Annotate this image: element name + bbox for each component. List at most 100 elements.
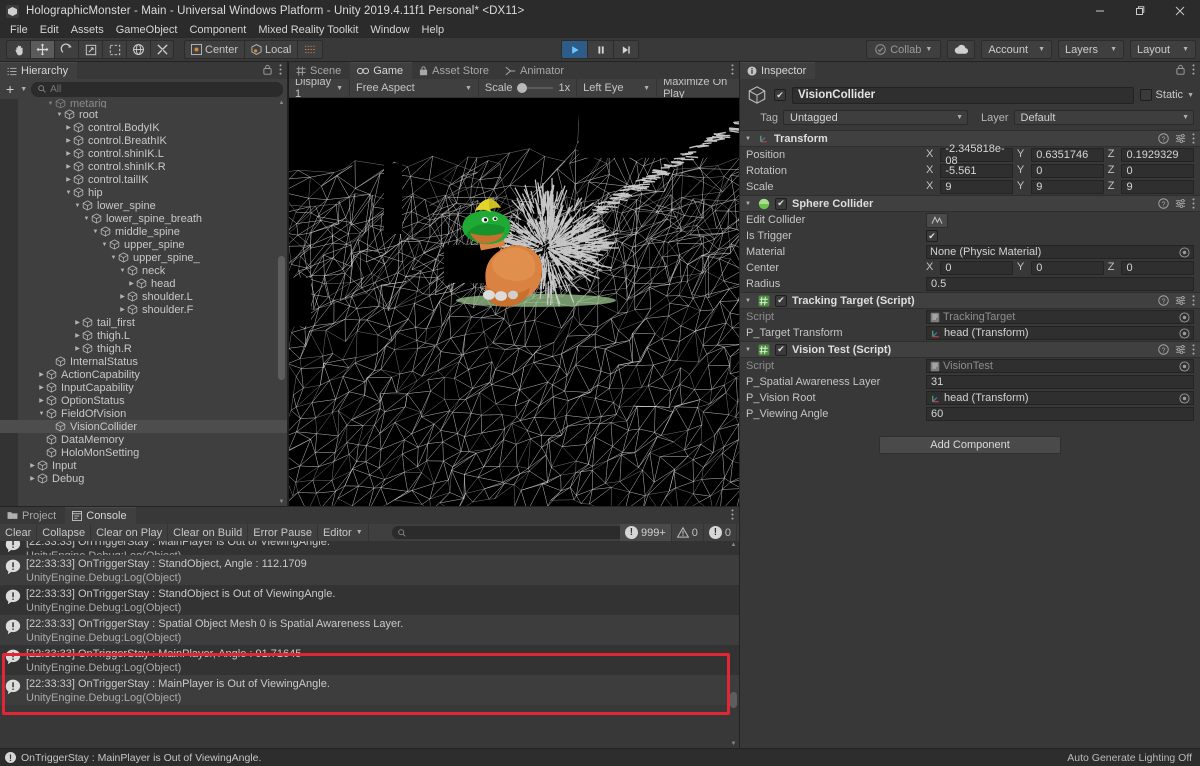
move-tool-button[interactable] xyxy=(30,40,54,59)
component-header[interactable]: ▼ ✔ Tracking Target (Script)? xyxy=(740,292,1200,309)
hierarchy-menu-icon[interactable] xyxy=(279,64,282,75)
hierarchy-expand-toggle[interactable]: ▼ xyxy=(91,229,100,235)
object-field[interactable]: TrackingTarget xyxy=(926,310,1194,324)
pause-button[interactable] xyxy=(587,40,613,59)
property-field-z[interactable]: 0 xyxy=(1121,164,1195,178)
clear-on-play-toggle[interactable]: Clear on Play xyxy=(91,524,169,541)
object-field[interactable]: None (Physic Material) xyxy=(926,245,1194,259)
property-field-y[interactable]: 9 xyxy=(1031,180,1104,194)
game-menu-icon[interactable] xyxy=(731,64,734,75)
object-picker-icon[interactable] xyxy=(1179,360,1190,372)
hierarchy-expand-toggle[interactable]: ▶ xyxy=(73,332,82,339)
hierarchy-item[interactable]: ▼ neck xyxy=(0,264,287,277)
minimize-button[interactable] xyxy=(1080,0,1120,22)
hierarchy-item[interactable]: ▶ ActionCapability xyxy=(0,368,287,381)
console-scroll-down-arrow[interactable]: ▼ xyxy=(730,741,737,747)
lock-icon[interactable] xyxy=(1176,64,1185,75)
chevron-down-icon[interactable]: ▼ xyxy=(20,86,27,93)
hierarchy-expand-toggle[interactable]: ▶ xyxy=(64,163,73,170)
hierarchy-expand-toggle[interactable]: ▶ xyxy=(64,176,73,183)
menu-item-gameobject[interactable]: GameObject xyxy=(110,23,184,37)
console-search-input[interactable] xyxy=(392,526,627,539)
console-log-entry[interactable]: [22:33:33] OnTriggerStay : MainPlayer, A… xyxy=(0,645,739,675)
console-scrollbar[interactable] xyxy=(730,551,737,711)
step-button[interactable] xyxy=(613,40,639,59)
hierarchy-expand-toggle[interactable]: ▼ xyxy=(109,255,118,261)
warning-count-toggle[interactable]: 0 xyxy=(671,524,704,541)
hierarchy-item[interactable]: InternalStatus xyxy=(0,355,287,368)
console-log-entry[interactable]: [22:33:33] OnTriggerStay : MainPlayer is… xyxy=(0,675,739,705)
hierarchy-search-input[interactable]: All xyxy=(31,81,283,97)
property-field-x[interactable]: -2.345818e-08 xyxy=(940,143,1013,167)
collab-button[interactable]: Collab ▼ xyxy=(866,40,942,59)
hierarchy-item[interactable]: ▶ head xyxy=(0,277,287,290)
console-log-entry[interactable]: [22:33:33] OnTriggerStay : StandObject i… xyxy=(0,585,739,615)
scale-slider-group[interactable]: Scale 1x xyxy=(479,78,578,98)
property-field-x[interactable]: 9 xyxy=(940,180,1013,194)
console-scroll-up-arrow[interactable]: ▲ xyxy=(730,542,737,548)
console-log-entry[interactable]: [22:33:33] OnTriggerStay : StandObject, … xyxy=(0,555,739,585)
property-checkbox[interactable]: ✔ xyxy=(926,230,938,242)
object-picker-icon[interactable] xyxy=(1179,246,1190,258)
property-field-x[interactable]: -5.561 xyxy=(940,164,1013,178)
hierarchy-item[interactable]: ▶ control.tailIK xyxy=(0,173,287,186)
menu-item-help[interactable]: Help xyxy=(416,23,451,37)
hierarchy-item[interactable]: ▶ control.shinIK.R xyxy=(0,160,287,173)
component-menu-icon[interactable] xyxy=(1192,198,1195,209)
game-viewport[interactable] xyxy=(289,98,739,506)
hierarchy-item[interactable]: ▼ middle_spine xyxy=(0,225,287,238)
preset-icon[interactable] xyxy=(1175,198,1186,209)
property-field-y[interactable]: 0 xyxy=(1031,164,1104,178)
property-field-z[interactable]: 0.1929329 xyxy=(1121,148,1195,162)
hierarchy-item[interactable]: ▶ Input xyxy=(0,459,287,472)
object-field[interactable]: head (Transform) xyxy=(926,391,1194,405)
hierarchy-expand-toggle[interactable]: ▶ xyxy=(73,345,82,352)
component-collapse-toggle[interactable]: ▼ xyxy=(745,136,753,142)
hierarchy-tree[interactable]: ▼ metarig ▼ root ▶ control.BodyIK ▶ control.Bre… xyxy=(0,99,287,506)
display-dropdown[interactable]: Display 1 ▼ xyxy=(289,76,351,100)
hierarchy-item[interactable]: DataMemory xyxy=(0,433,287,446)
gameobject-enabled-checkbox[interactable]: ✔ xyxy=(774,89,786,101)
hierarchy-item[interactable]: ▼ upper_spine_ xyxy=(0,251,287,264)
hierarchy-expand-toggle[interactable]: ▶ xyxy=(37,397,46,404)
lock-icon[interactable] xyxy=(263,64,272,75)
property-field-z[interactable]: 0 xyxy=(1121,261,1195,275)
cloud-services-button[interactable] xyxy=(947,40,976,59)
hierarchy-item[interactable]: ▼ hip xyxy=(0,186,287,199)
clear-button[interactable]: Clear xyxy=(0,524,38,541)
chevron-down-icon[interactable]: ▼ xyxy=(1187,92,1194,99)
editor-dropdown[interactable]: Editor ▼ xyxy=(318,524,369,541)
hierarchy-scroll-up-arrow[interactable]: ▲ xyxy=(278,100,285,106)
menu-item-edit[interactable]: Edit xyxy=(34,23,65,37)
hierarchy-expand-toggle[interactable]: ▶ xyxy=(118,293,127,300)
hierarchy-item[interactable]: ▶ shoulder.L xyxy=(0,290,287,303)
maximize-on-play-toggle[interactable]: Maximize On Play xyxy=(657,76,739,100)
status-message-group[interactable]: ! OnTriggerStay : MainPlayer is Out of V… xyxy=(0,752,261,764)
hierarchy-scrollbar[interactable] xyxy=(278,109,285,496)
help-icon[interactable]: ? xyxy=(1158,133,1169,144)
hierarchy-item-selected[interactable]: VisionCollider xyxy=(0,420,287,433)
hierarchy-scroll-down-arrow[interactable]: ▼ xyxy=(278,499,285,505)
component-menu-icon[interactable] xyxy=(1192,344,1195,355)
account-dropdown[interactable]: Account ▼ xyxy=(981,40,1052,59)
transform-tool-button[interactable] xyxy=(126,40,150,59)
help-icon[interactable]: ? xyxy=(1158,344,1169,355)
component-collapse-toggle[interactable]: ▼ xyxy=(745,298,753,304)
edit-collider-button[interactable] xyxy=(926,212,948,228)
static-checkbox[interactable] xyxy=(1139,89,1152,101)
hierarchy-expand-toggle[interactable]: ▼ xyxy=(37,411,46,417)
component-collapse-toggle[interactable]: ▼ xyxy=(745,347,753,353)
console-log-entry[interactable]: [22:33:33] OnTriggerStay : Spatial Objec… xyxy=(0,615,739,645)
component-collapse-toggle[interactable]: ▼ xyxy=(745,201,753,207)
add-component-button[interactable]: Add Component xyxy=(879,436,1061,454)
scale-slider[interactable] xyxy=(517,83,554,93)
static-toggle-group[interactable]: Static ▼ xyxy=(1139,89,1194,101)
component-header[interactable]: ▼ ✔ Sphere Collider? xyxy=(740,195,1200,212)
property-field[interactable]: 0.5 xyxy=(926,277,1194,291)
hierarchy-item[interactable]: ▶ thigh.R xyxy=(0,342,287,355)
preset-icon[interactable] xyxy=(1175,344,1186,355)
hierarchy-expand-toggle[interactable]: ▶ xyxy=(37,384,46,391)
inspector-menu-icon[interactable] xyxy=(1192,64,1195,75)
hierarchy-item[interactable]: ▼ root xyxy=(0,108,287,121)
rotate-tool-button[interactable] xyxy=(54,40,78,59)
